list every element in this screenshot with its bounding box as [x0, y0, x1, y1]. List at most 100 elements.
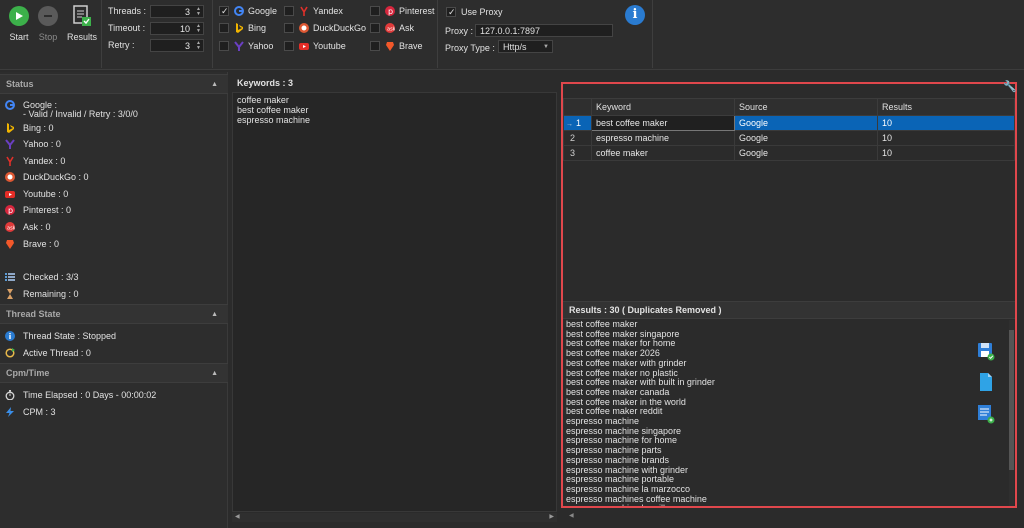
toolbar-divider: [101, 0, 102, 68]
arrow-left-icon[interactable]: ◀: [235, 513, 240, 520]
info-button[interactable]: i: [625, 5, 645, 25]
checkbox[interactable]: [370, 23, 380, 33]
results-count-cell[interactable]: 10: [877, 145, 1015, 161]
checkbox[interactable]: [219, 23, 229, 33]
retry-control: Retry : 3 ▲ ▼: [108, 39, 204, 53]
table-row[interactable]: 2 espresso machine Google 10: [563, 130, 1015, 146]
keywords-textarea[interactable]: coffee maker best coffee maker espresso ma…: [232, 92, 557, 512]
checkbox[interactable]: [219, 41, 229, 51]
checkbox[interactable]: [370, 6, 380, 16]
engine-yandex-checkbox[interactable]: Yandex: [284, 5, 364, 19]
engine-label: Yahoo: [248, 41, 274, 51]
threads-control: Threads : 3 ▲ ▼: [108, 5, 204, 19]
proxy-input[interactable]: 127.0.0.1:7897: [475, 24, 613, 37]
arrow-right-icon[interactable]: ▶: [549, 513, 554, 520]
list-icon: [5, 272, 15, 282]
keywords-header: Keywords : 3: [237, 78, 294, 88]
caret-up-icon[interactable]: ▲: [211, 364, 218, 383]
results-label: Results: [66, 32, 97, 42]
engine-label: Youtube: [313, 41, 346, 51]
svg-text:ask: ask: [387, 27, 395, 33]
status-section-header[interactable]: Status ▲: [0, 74, 228, 94]
bing-icon: [5, 123, 15, 133]
checkbox[interactable]: [219, 5, 229, 18]
row-number-cell[interactable]: 3: [563, 145, 592, 161]
engine-label: DuckDuckGo: [313, 23, 367, 33]
row-number-cell[interactable]: 2: [563, 130, 592, 146]
cpm-time-section-header[interactable]: Cpm/Time ▲: [0, 363, 228, 383]
toolbar: Start Stop Results Threads : 3 ▲ ▼ Timeout…: [0, 0, 1024, 70]
source-cell[interactable]: Google: [734, 145, 878, 161]
results-textarea[interactable]: best coffee maker best coffee maker singa…: [565, 320, 1005, 506]
chevron-down-icon: ▼: [543, 44, 549, 50]
keyword-cell[interactable]: coffee maker: [591, 145, 735, 161]
retry-input[interactable]: 3 ▲ ▼: [150, 39, 204, 52]
refresh-icon: [5, 348, 15, 358]
brave-icon: [385, 41, 395, 51]
engine-ask-checkbox[interactable]: ask Ask: [370, 22, 450, 36]
save-icon: [978, 343, 995, 361]
timeout-label: Timeout :: [108, 23, 146, 33]
checkbox[interactable]: [446, 6, 456, 19]
vertical-scrollbar[interactable]: [1009, 320, 1014, 506]
stopwatch-icon: [5, 390, 15, 401]
ask-icon: ask: [385, 23, 396, 33]
engine-label: Yandex: [313, 6, 343, 16]
save-results-button[interactable]: [977, 341, 995, 361]
column-header-source[interactable]: Source: [734, 98, 878, 116]
keyword-line: coffee maker: [237, 95, 289, 105]
results-count-cell[interactable]: 10: [877, 115, 1015, 131]
caret-up-icon[interactable]: ▲: [211, 75, 218, 94]
results-button[interactable]: Results: [65, 4, 99, 42]
keyword-cell[interactable]: espresso machine: [591, 130, 735, 146]
engine-brave-checkbox[interactable]: Brave: [370, 40, 450, 54]
lightning-icon: [5, 407, 15, 417]
pinterest-icon: p: [385, 6, 395, 16]
use-proxy-checkbox[interactable]: Use Proxy: [446, 6, 526, 20]
threads-input[interactable]: 3 ▲ ▼: [150, 5, 204, 18]
keywords-panel: Keywords : 3 coffee maker best coffee mak…: [231, 74, 558, 524]
table-row[interactable]: → 1 best coffee maker Google 10: [563, 115, 1015, 131]
export-results-button[interactable]: [977, 404, 995, 424]
spinner-arrows-icon[interactable]: ▲ ▼: [196, 41, 201, 51]
timeout-input[interactable]: 10 ▲ ▼: [150, 22, 204, 35]
row-number-cell[interactable]: → 1: [563, 115, 592, 131]
checkbox[interactable]: [284, 6, 294, 16]
engine-label: Brave: [399, 41, 423, 51]
caret-up-icon[interactable]: ▲: [211, 305, 218, 324]
copy-results-button[interactable]: [977, 372, 995, 392]
proxy-type-select[interactable]: Http/s ▼: [498, 40, 553, 53]
table-header-corner: [563, 98, 592, 116]
wrench-icon[interactable]: 🔧: [1003, 80, 1017, 93]
scrollbar-thumb[interactable]: [1009, 330, 1014, 470]
results-header: Results : 30 ( Duplicates Removed ): [563, 301, 1015, 319]
engine-pinterest-checkbox[interactable]: p Pinterest: [370, 5, 450, 19]
proxy-label: Proxy :: [445, 26, 474, 36]
column-header-keyword[interactable]: Keyword: [591, 98, 735, 116]
checkbox[interactable]: [284, 23, 294, 33]
toolbar-divider: [652, 0, 653, 68]
toolbar-divider: [212, 0, 213, 68]
engine-label: Pinterest: [399, 6, 435, 16]
thread-state-section-header[interactable]: Thread State ▲: [0, 304, 228, 324]
arrow-left-icon[interactable]: ◀: [569, 512, 574, 519]
spinner-arrows-icon[interactable]: ▲ ▼: [196, 24, 201, 34]
info-icon: i: [632, 7, 638, 22]
start-label: Start: [9, 32, 29, 42]
results-count-cell[interactable]: 10: [877, 130, 1015, 146]
table-row[interactable]: 3 coffee maker Google 10: [563, 145, 1015, 161]
stop-button[interactable]: Stop: [31, 4, 65, 42]
results-panel: 🔧 Keyword Source Results → 1 best coffee m…: [561, 80, 1017, 508]
source-cell[interactable]: Google: [734, 115, 878, 131]
checkbox[interactable]: [284, 41, 294, 51]
spinner-arrows-icon[interactable]: ▲ ▼: [196, 7, 201, 17]
horizontal-scrollbar[interactable]: ◀ ▶: [232, 513, 557, 522]
checkbox[interactable]: [370, 41, 380, 51]
engine-youtube-checkbox[interactable]: Youtube: [284, 40, 364, 54]
column-header-results[interactable]: Results: [877, 98, 1015, 116]
results-horizontal-scrollbar[interactable]: ◀: [561, 512, 1017, 522]
source-cell[interactable]: Google: [734, 130, 878, 146]
export-list-icon: [978, 405, 995, 424]
engine-duckduckgo-checkbox[interactable]: DuckDuckGo: [284, 22, 367, 36]
keyword-cell[interactable]: best coffee maker: [591, 115, 735, 131]
